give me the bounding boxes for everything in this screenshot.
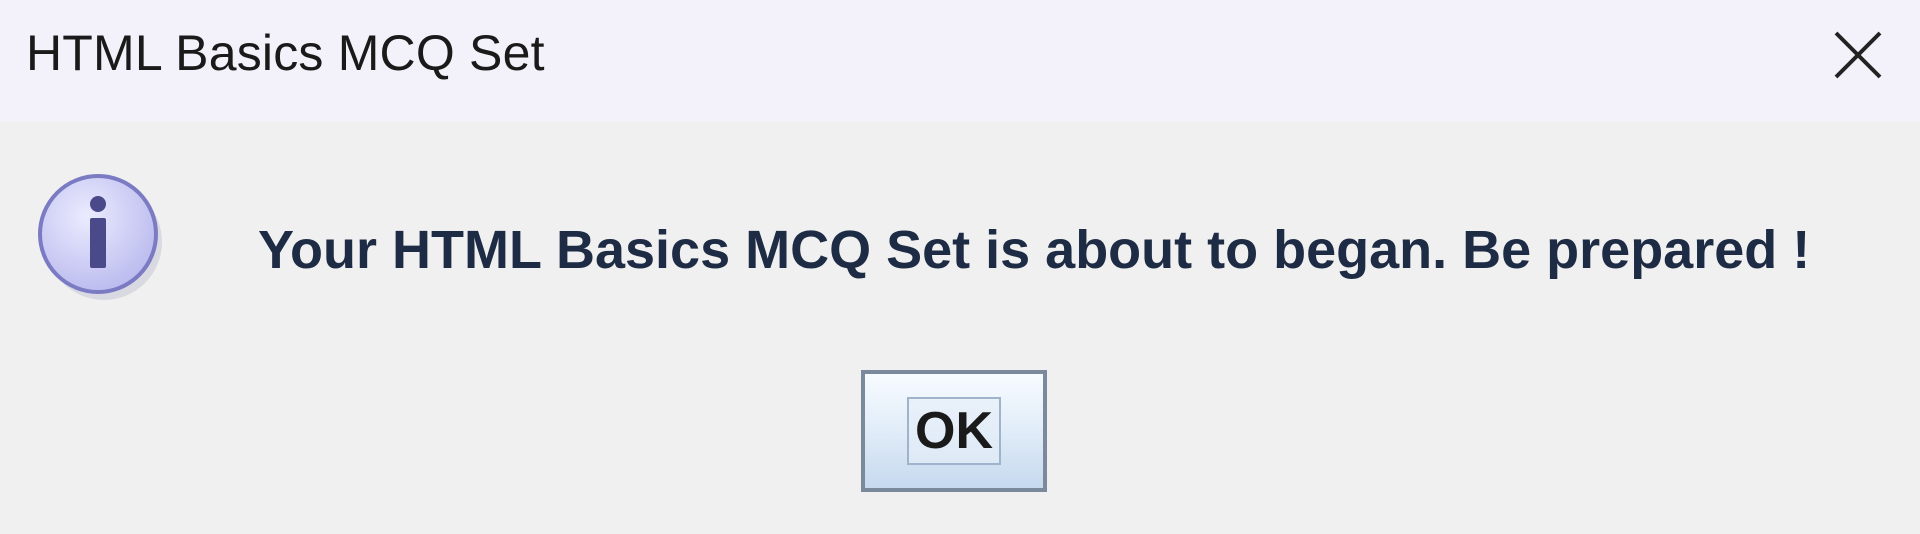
close-button[interactable] — [1808, 22, 1908, 88]
title-bar[interactable]: HTML Basics MCQ Set — [0, 0, 1920, 122]
close-icon — [1834, 31, 1882, 79]
info-icon — [38, 174, 162, 300]
dialog-message: Your HTML Basics MCQ Set is about to beg… — [258, 220, 1811, 280]
focus-ring: OK — [907, 397, 1001, 465]
window-title: HTML Basics MCQ Set — [26, 25, 545, 81]
ok-button[interactable]: OK — [861, 370, 1047, 492]
ok-button-label: OK — [915, 402, 993, 460]
message-dialog: HTML Basics MCQ Set Your HTML Basics MCQ… — [0, 0, 1920, 534]
dialog-content: Your HTML Basics MCQ Set is about to beg… — [0, 122, 1920, 534]
